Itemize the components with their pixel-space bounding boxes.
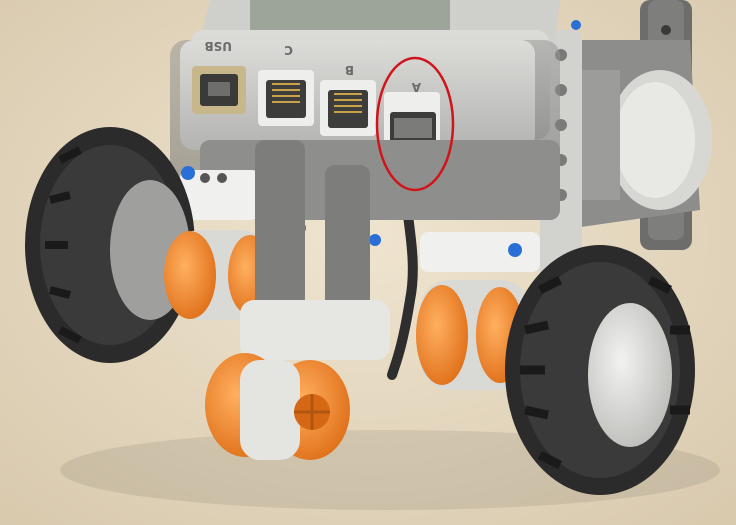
port-c-label: C (284, 43, 293, 57)
robot-illustration: USB C B A (0, 0, 736, 525)
usb-label: USB (204, 39, 232, 53)
motor-housing (560, 40, 712, 230)
blue-pin (571, 20, 581, 30)
usb-port (192, 66, 246, 114)
left-wheel (25, 127, 195, 363)
port-b (320, 80, 376, 136)
port-c (258, 70, 314, 126)
port-b-label: B (345, 63, 354, 77)
right-wheel (505, 245, 695, 495)
photo-scene: USB C B A (0, 0, 736, 525)
port-a-label: A (411, 80, 421, 94)
